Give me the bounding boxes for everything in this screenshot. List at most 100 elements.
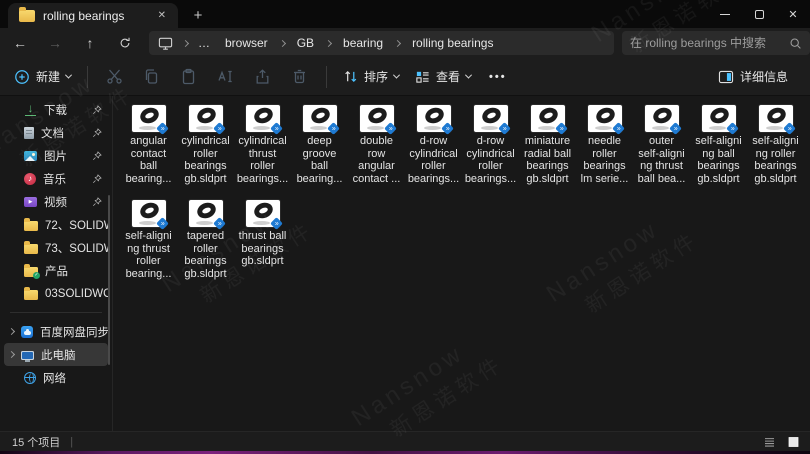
solidworks-badge-icon [213,217,226,230]
bearing-shadow [139,126,156,130]
file-name: self-aligni ng ball bearings gb.sldprt [695,135,741,185]
sidebar-item-documents[interactable]: 文档 [4,121,108,144]
sidebar-item-folder[interactable]: 72、SOLIDWO [4,213,108,236]
file-item[interactable]: double row angular contact ... [348,105,405,200]
paste-button[interactable] [170,62,207,91]
file-item[interactable]: outer self-aligni ng thrust ball bea... [633,105,690,200]
file-item[interactable]: deep groove ball bearing... [291,105,348,200]
back-button[interactable]: ← [8,31,32,55]
share-button[interactable] [244,62,281,91]
file-item[interactable]: needle roller bearings lm serie... [576,105,633,200]
copy-button[interactable] [133,62,170,91]
breadcrumb-item[interactable]: browser [219,34,274,52]
sidebar-item-pictures[interactable]: 图片 [4,144,108,167]
more-button[interactable]: ••• [479,65,517,89]
paste-icon [180,68,197,85]
sort-button[interactable]: 排序 [335,62,407,91]
sidebar-item-downloads[interactable]: ↓下载 [4,98,108,121]
expand-chevron-icon[interactable] [8,351,15,358]
thumbnail-view-button[interactable] [784,434,802,450]
minimize-button[interactable] [708,0,742,28]
file-name: tapered roller bearings gb.sldprt [184,230,226,280]
content-area: angular contact ball bearing...cylindric… [114,96,810,431]
file-item[interactable]: d-row cylindrical roller bearings... [405,105,462,200]
sidebar-item-computer[interactable]: 此电脑 [4,343,108,366]
pin-icon [92,174,102,184]
file-item[interactable]: angular contact ball bearing... [120,105,177,200]
bearing-image [764,105,787,126]
sidebar-item-music[interactable]: 音乐 [4,167,108,190]
sidebar-item-videos[interactable]: 视频 [4,190,108,213]
chevron-down-icon [393,72,400,79]
sort-button-label: 排序 [364,68,388,85]
file-item[interactable]: self-aligni ng thrust roller bearing... [120,200,177,295]
view-button[interactable]: 查看 [407,62,479,91]
bearing-shadow [196,126,213,130]
breadcrumb-item[interactable]: bearing [337,34,389,52]
delete-icon [291,68,308,85]
chevron-right-icon[interactable] [394,39,401,46]
address-bar[interactable]: … browser GB bearing rolling bearings [149,31,614,55]
pin-icon [92,105,102,115]
file-item[interactable]: cylindrical thrust roller bearings... [234,105,291,200]
sidebar-scrollbar[interactable] [108,195,110,365]
chevron-right-icon[interactable] [279,39,286,46]
rename-button[interactable] [207,62,244,91]
refresh-button[interactable] [113,31,137,55]
sidebar-item-folder[interactable]: 03SOLIDWORK [4,282,108,305]
bearing-image [593,105,616,126]
folder-icon [19,10,35,22]
sidebar-item-folder-sync[interactable]: 产品 [4,259,108,282]
solidworks-badge-icon [327,122,340,135]
details-view-button[interactable] [760,434,778,450]
solidworks-badge-icon [270,217,283,230]
file-thumbnail [246,200,280,227]
item-count: 15 个项目 [12,434,60,450]
sidebar-item-baidu[interactable]: 百度网盘同步空 [4,320,108,343]
titlebar: rolling bearings ✕ + ✕ [0,0,810,28]
delete-button[interactable] [281,62,318,91]
up-button[interactable]: ↑ [78,31,102,55]
copy-icon [143,68,160,85]
file-explorer-window: rolling bearings ✕ + ✕ ← → ↑ [0,0,810,454]
sidebar-item-label: 73、SOLIDWO [45,240,108,256]
breadcrumb: browser GB bearing rolling bearings [219,34,499,52]
expand-chevron-icon[interactable] [8,328,15,335]
cut-button[interactable] [96,62,133,91]
solidworks-badge-icon [498,122,511,135]
tab-close-icon[interactable]: ✕ [154,8,170,23]
search-box[interactable] [622,31,810,55]
explorer-tab[interactable]: rolling bearings ✕ [8,3,178,28]
chevron-right-icon[interactable] [325,39,332,46]
solidworks-badge-icon [612,122,625,135]
sidebar-item-folder[interactable]: 73、SOLIDWO [4,236,108,259]
toolbar-separator [326,66,327,88]
bearing-shadow [538,126,555,130]
new-button-label: 新建 [36,68,60,85]
details-pane-icon [718,70,734,84]
file-grid: angular contact ball bearing...cylindric… [120,105,804,295]
new-button[interactable]: 新建 [6,62,79,91]
bearing-shadow [310,126,327,130]
file-item[interactable]: miniature radial ball bearings gb.sldprt [519,105,576,200]
maximize-button[interactable] [742,0,776,28]
breadcrumb-item[interactable]: GB [291,34,320,52]
bearing-shadow [424,126,441,130]
file-item[interactable]: tapered roller bearings gb.sldprt [177,200,234,295]
bearing-image [707,105,730,126]
file-item[interactable]: thrust ball bearings gb.sldprt [234,200,291,295]
sidebar-item-network[interactable]: 网络 [4,366,108,389]
chevron-down-icon [65,72,72,79]
file-item[interactable]: self-aligni ng roller bearings gb.sldprt [747,105,804,200]
search-input[interactable] [630,36,789,50]
breadcrumb-ellipsis[interactable]: … [194,34,219,52]
forward-button[interactable]: → [43,31,67,55]
breadcrumb-item[interactable]: rolling bearings [406,34,499,52]
tab-title: rolling bearings [43,9,154,23]
file-item[interactable]: cylindrical roller bearings gb.sldprt [177,105,234,200]
file-item[interactable]: d-row cylindrical roller bearings... [462,105,519,200]
new-tab-button[interactable]: + [186,3,210,27]
details-pane-button[interactable]: 详细信息 [710,62,796,91]
close-button[interactable]: ✕ [776,0,810,28]
file-item[interactable]: self-aligni ng ball bearings gb.sldprt [690,105,747,200]
